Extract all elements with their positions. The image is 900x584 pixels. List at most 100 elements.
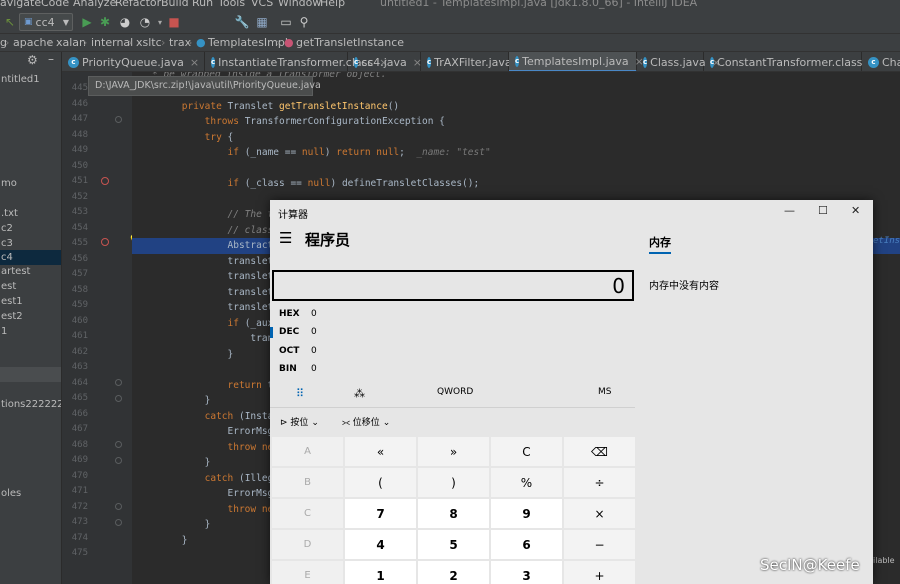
breakpoint-icon[interactable]: [101, 238, 109, 246]
project-tree-item[interactable]: tions22222222: [0, 397, 61, 412]
tab-cc4[interactable]: c cc4.java ×: [348, 52, 422, 71]
project-tree-item[interactable]: ntitled1: [0, 72, 61, 87]
fold-icon[interactable]: [115, 116, 122, 123]
breadcrumb-item[interactable]: internal: [91, 36, 133, 49]
calc-key[interactable]: 1: [345, 561, 416, 584]
project-tree-item[interactable]: est1: [0, 294, 61, 309]
back-arrow-icon[interactable]: ↖: [2, 14, 18, 30]
build-icon[interactable]: 🔧: [234, 14, 250, 30]
code-line[interactable]: [132, 161, 900, 177]
calc-key[interactable]: ⌫: [564, 437, 635, 466]
breadcrumb-item[interactable]: xalan: [56, 36, 86, 49]
code-line[interactable]: if (_name == null) return null; _name: "…: [132, 145, 900, 161]
breakpoint-icon[interactable]: [101, 177, 109, 185]
memory-tab[interactable]: 内存: [649, 234, 671, 254]
stop-icon[interactable]: ■: [166, 14, 182, 30]
project-tree-item[interactable]: artest: [0, 264, 61, 279]
calc-key[interactable]: +: [564, 561, 635, 584]
debug-icon[interactable]: ✱: [97, 14, 113, 30]
menu-window[interactable]: Window: [278, 0, 321, 9]
project-tree-item[interactable]: est2: [0, 309, 61, 324]
bit-toggle-keypad-icon[interactable]: ⁂: [354, 387, 365, 400]
calc-key[interactable]: 8: [418, 499, 489, 528]
fold-icon[interactable]: [115, 379, 122, 386]
tab-class[interactable]: c Class.java ×: [637, 52, 721, 71]
menu-build[interactable]: Build: [161, 0, 189, 9]
fold-icon[interactable]: [115, 457, 122, 464]
terminal-icon[interactable]: ▭: [278, 14, 294, 30]
project-tree-item[interactable]: c2: [0, 221, 61, 236]
calc-key[interactable]: (: [345, 468, 416, 497]
calc-key[interactable]: «: [345, 437, 416, 466]
menu-help[interactable]: Help: [320, 0, 345, 9]
calc-key[interactable]: D: [272, 530, 343, 559]
fold-icon[interactable]: [115, 519, 122, 526]
tab-instantiatetransformer[interactable]: c InstantiateTransformer.class ×: [205, 52, 388, 71]
calc-key[interactable]: A: [272, 437, 343, 466]
radix-dec-label[interactable]: DEC: [279, 327, 299, 337]
word-size-button[interactable]: QWORD: [437, 387, 473, 397]
project-tree-item[interactable]: oles: [0, 486, 61, 501]
minimize-button[interactable]: —: [784, 204, 795, 217]
radix-bin-label[interactable]: BIN: [279, 364, 297, 374]
calc-key[interactable]: ×: [564, 499, 635, 528]
memory-store-button[interactable]: MS: [598, 387, 611, 397]
calc-key[interactable]: −: [564, 530, 635, 559]
menu-navigate[interactable]: avigate: [0, 0, 41, 9]
tab-constanttransformer[interactable]: c ConstantTransformer.class ×: [704, 52, 878, 71]
code-line[interactable]: if (_class == null) defineTransletClasse…: [132, 176, 900, 192]
menu-vcs[interactable]: VCS: [251, 0, 273, 9]
calc-key[interactable]: 2: [418, 561, 489, 584]
calc-key[interactable]: 6: [491, 530, 562, 559]
gear-icon[interactable]: ⚙: [27, 53, 38, 67]
code-line[interactable]: throws TransformerConfigurationException…: [132, 114, 900, 130]
fold-icon[interactable]: [115, 395, 122, 402]
project-tree-item[interactable]: c3: [0, 236, 61, 251]
bitwise-dropdown[interactable]: ⊳ 按位 ⌄: [280, 415, 319, 428]
tab-traxfilter[interactable]: c TrAXFilter.java ×: [421, 52, 527, 71]
radix-hex-label[interactable]: HEX: [279, 309, 300, 319]
code-line[interactable]: try {: [132, 130, 900, 146]
menu-run[interactable]: Run: [192, 0, 213, 9]
calc-key[interactable]: 9: [491, 499, 562, 528]
menu-code[interactable]: Code: [41, 0, 69, 9]
search-icon[interactable]: ⚲: [296, 14, 312, 30]
calc-key[interactable]: E: [272, 561, 343, 584]
bitshift-dropdown[interactable]: ⪥ 位移位 ⌄: [342, 415, 390, 428]
calc-key[interactable]: C: [491, 437, 562, 466]
close-button[interactable]: ✕: [851, 204, 860, 217]
run-icon[interactable]: ▶: [79, 14, 95, 30]
tab-templatesimpl[interactable]: c TemplatesImpl.java ×: [509, 52, 644, 71]
close-icon[interactable]: ×: [190, 56, 199, 69]
code-line[interactable]: private Translet getTransletInstance(): [132, 99, 900, 115]
calc-key[interactable]: 4: [345, 530, 416, 559]
project-tree-item[interactable]: .txt: [0, 206, 61, 221]
calc-key[interactable]: ÷: [564, 468, 635, 497]
fold-icon[interactable]: [115, 441, 122, 448]
run-config-select[interactable]: ▣ cc4 ▼: [19, 13, 73, 31]
maximize-button[interactable]: ☐: [818, 204, 828, 217]
project-tree-item[interactable]: [0, 367, 61, 382]
calc-key[interactable]: %: [491, 468, 562, 497]
profile-icon[interactable]: ◔: [137, 14, 153, 30]
minimize-icon[interactable]: –: [48, 52, 54, 66]
project-tree-item[interactable]: 1: [0, 324, 61, 339]
calc-key[interactable]: B: [272, 468, 343, 497]
project-tree-item[interactable]: c4: [0, 250, 61, 265]
tab-chain[interactable]: c Chain: [862, 52, 900, 71]
menu-analyze[interactable]: Analyze: [73, 0, 116, 9]
coverage-icon[interactable]: ◕: [117, 14, 133, 30]
breadcrumb-item[interactable]: getTransletInstance: [296, 36, 404, 49]
menu-tools[interactable]: Tools: [218, 0, 245, 9]
project-structure-icon[interactable]: ▦: [254, 14, 270, 30]
breadcrumb-item[interactable]: xsltc: [136, 36, 162, 49]
calc-key[interactable]: 5: [418, 530, 489, 559]
radix-oct-label[interactable]: OCT: [279, 346, 299, 356]
calc-key[interactable]: C: [272, 499, 343, 528]
calc-key[interactable]: 3: [491, 561, 562, 584]
hamburger-menu-icon[interactable]: ☰: [279, 229, 292, 247]
tab-priorityqueue[interactable]: c PriorityQueue.java ×: [62, 52, 205, 71]
fold-icon[interactable]: [115, 503, 122, 510]
calc-key[interactable]: ): [418, 468, 489, 497]
project-tree-item[interactable]: est: [0, 279, 61, 294]
